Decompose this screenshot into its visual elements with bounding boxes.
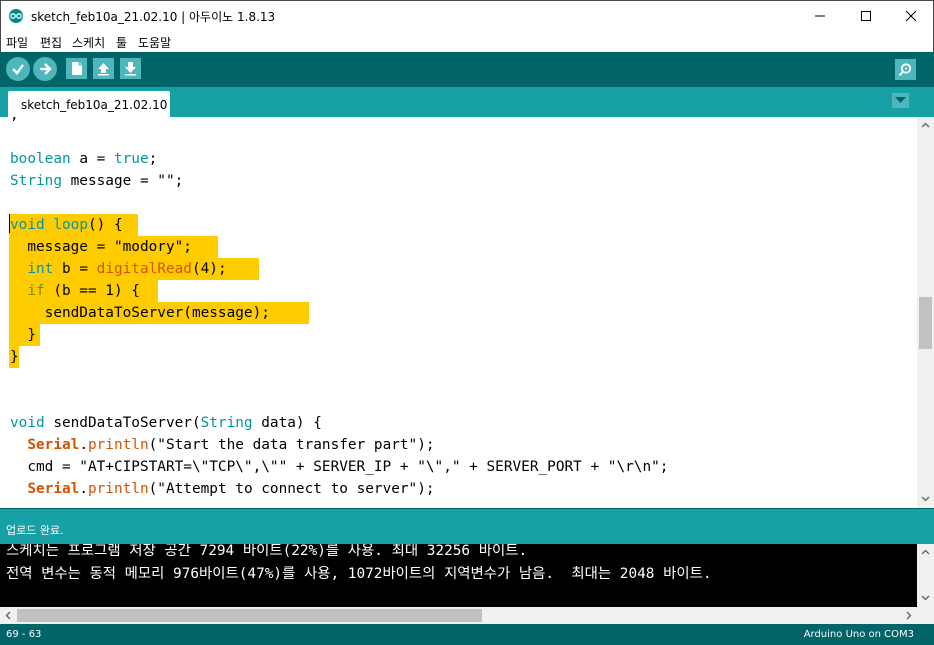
chevron-down-icon xyxy=(895,97,906,103)
window-title: sketch_feb10a_21.02.10 | 아두이노 1.8.13 xyxy=(31,10,276,24)
minimize-button[interactable] xyxy=(797,1,843,31)
scroll-right-arrow[interactable] xyxy=(900,607,917,624)
status-message: 업로드 완료. xyxy=(6,524,64,537)
menu-file[interactable]: 파일 xyxy=(6,34,28,51)
code-line: void loop() { xyxy=(10,217,123,233)
chevron-left-icon xyxy=(5,611,11,620)
line-number-indicator: 69 - 63 xyxy=(6,629,42,640)
scroll-up-arrow[interactable] xyxy=(917,117,934,134)
scroll-down-arrow[interactable] xyxy=(917,590,934,607)
editor-scrollbar[interactable] xyxy=(917,117,934,508)
board-port-indicator: Arduino Uno on COM3 xyxy=(803,629,914,640)
code-line: cmd = "AT+CIPSTART=\"TCP\",\"" + SERVER_… xyxy=(10,459,669,475)
menu-help[interactable]: 도움말 xyxy=(138,34,171,51)
tab-menu-button[interactable] xyxy=(892,93,909,108)
upload-icon xyxy=(40,63,52,75)
status-message-bar: 업로드 완료. xyxy=(0,508,934,544)
chevron-right-icon xyxy=(906,611,912,620)
code-line: sendDataToServer(message); xyxy=(10,305,270,321)
serial-monitor-button[interactable] xyxy=(895,59,916,80)
text-cursor xyxy=(9,214,10,233)
new-icon xyxy=(72,62,82,75)
scrollbar-corner xyxy=(917,607,934,624)
title-bar: sketch_feb10a_21.02.10 | 아두이노 1.8.13 xyxy=(0,0,934,31)
code-line: Serial.println("Attempt to connect to se… xyxy=(27,481,435,497)
menu-sketch[interactable]: 스케치 xyxy=(72,34,105,51)
scroll-thumb[interactable] xyxy=(17,609,482,622)
tab-label: sketch_feb10a_21.02.10 xyxy=(21,98,168,112)
scroll-thumb[interactable] xyxy=(919,297,932,349)
tab-sketch[interactable]: sketch_feb10a_21.02.10 xyxy=(8,91,170,117)
scroll-up-arrow[interactable] xyxy=(917,544,934,561)
chevron-down-icon xyxy=(921,595,930,601)
code-line: boolean a = true; xyxy=(10,151,158,167)
code-editor[interactable]: ; boolean a = true; String message = "";… xyxy=(0,117,917,508)
code-line: message = "modory"; xyxy=(10,239,192,255)
save-button[interactable] xyxy=(120,58,141,79)
open-icon xyxy=(98,63,109,76)
serial-monitor-icon xyxy=(898,63,912,77)
code-line: int b = digitalRead(4); xyxy=(27,261,227,277)
verify-icon xyxy=(12,64,24,75)
chevron-down-icon xyxy=(921,496,930,502)
console-scrollbar[interactable] xyxy=(917,544,934,607)
code-line: ; xyxy=(10,117,19,126)
menu-bar: 파일 편집 스케치 툴 도움말 xyxy=(0,31,934,52)
new-button[interactable] xyxy=(66,58,87,79)
console-output[interactable]: 스케치는 프로그램 저장 공간 7294 바이트(22%)를 사용. 최대 32… xyxy=(0,544,917,607)
menu-tools[interactable]: 툴 xyxy=(116,34,127,51)
close-button[interactable] xyxy=(888,1,934,31)
code-line: } xyxy=(10,327,36,343)
code-line: void sendDataToServer(String data) { xyxy=(10,415,322,431)
code-line: } xyxy=(10,349,19,365)
arduino-icon xyxy=(9,9,23,23)
chevron-up-icon xyxy=(921,549,930,555)
maximize-button[interactable] xyxy=(843,1,889,31)
save-icon xyxy=(125,62,136,76)
arduino-ide-window: sketch_feb10a_21.02.10 | 아두이노 1.8.13 파일 … xyxy=(0,0,934,645)
upload-button[interactable] xyxy=(33,57,57,81)
console-line: 전역 변수는 동적 메모리 976바이트(47%)를 사용, 1072바이트의 … xyxy=(6,566,712,582)
open-button[interactable] xyxy=(93,58,114,79)
menu-edit[interactable]: 편집 xyxy=(40,34,62,51)
console-line: 스케치는 프로그램 저장 공간 7294 바이트(22%)를 사용. 최대 32… xyxy=(6,544,528,559)
scroll-left-arrow[interactable] xyxy=(0,607,17,624)
code-line: Serial.println("Start the data transfer … xyxy=(27,437,435,453)
scroll-down-arrow[interactable] xyxy=(917,491,934,508)
tab-strip: sketch_feb10a_21.02.10 xyxy=(0,87,934,117)
toolbar xyxy=(0,52,934,87)
console-horizontal-scrollbar[interactable] xyxy=(0,607,917,624)
chevron-up-icon xyxy=(921,122,930,128)
bottom-status-bar: 69 - 63 Arduino Uno on COM3 xyxy=(0,624,934,645)
code-line: if (b == 1) { xyxy=(27,283,140,299)
code-line: String message = ""; xyxy=(10,173,184,189)
verify-button[interactable] xyxy=(6,57,30,81)
